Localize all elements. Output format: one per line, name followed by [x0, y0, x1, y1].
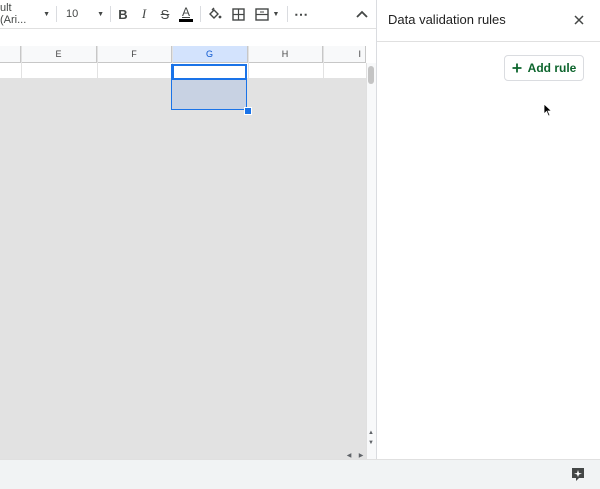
- chevron-down-icon: ▼: [43, 10, 50, 18]
- grid-row-line: [0, 413, 366, 414]
- fill-handle[interactable]: [244, 107, 252, 115]
- grid-row-line: [0, 318, 366, 319]
- toolbar-divider: [56, 6, 57, 22]
- grid-row-line: [0, 302, 366, 303]
- grid-row-line: [0, 254, 366, 255]
- italic-button[interactable]: I: [136, 3, 152, 25]
- grid-row-line: [0, 127, 366, 128]
- grid-row-line: [0, 238, 366, 239]
- grid-row-line: [0, 381, 366, 382]
- spreadsheet-grid[interactable]: [0, 63, 366, 459]
- column-header-label: G: [205, 49, 213, 59]
- grid-row-line: [0, 397, 366, 398]
- scrollbar-thumb[interactable]: [368, 66, 374, 84]
- bold-button[interactable]: B: [115, 3, 131, 25]
- column-header-label: F: [131, 49, 137, 59]
- close-panel-button[interactable]: [570, 11, 588, 29]
- text-color-icon: A: [181, 5, 190, 19]
- fill-color-button[interactable]: [206, 3, 224, 25]
- grid-row-line: [0, 206, 366, 207]
- borders-icon: [231, 7, 245, 21]
- column-header-label: E: [55, 49, 62, 59]
- font-size-value: 10: [66, 8, 79, 20]
- column-header-label: H: [281, 49, 289, 59]
- more-horiz-icon: ⋯: [294, 5, 308, 22]
- scroll-up-arrow-icon[interactable]: ▲: [366, 428, 376, 437]
- formatting-toolbar: ult (Ari... ▼ 10 ▼ B I S A ▼ ⋯: [0, 0, 376, 29]
- grid-row-line: [0, 349, 366, 350]
- grid-row-line: [0, 445, 366, 446]
- plus-icon: [512, 63, 522, 73]
- chevron-up-icon: [356, 10, 368, 18]
- grid-row-line: [0, 190, 366, 191]
- strikethrough-button[interactable]: S: [157, 3, 173, 25]
- panel-title: Data validation rules: [388, 12, 506, 27]
- mouse-pointer-icon: [543, 103, 553, 117]
- grid-row-line: [0, 333, 366, 334]
- column-header-h[interactable]: H: [248, 46, 323, 63]
- close-icon: [574, 15, 584, 25]
- more-options-button[interactable]: ⋯: [292, 3, 310, 25]
- font-family-dropdown[interactable]: ult (Ari... ▼: [0, 2, 50, 26]
- text-color-button[interactable]: A: [178, 3, 194, 25]
- grid-row-line: [0, 365, 366, 366]
- bold-icon: B: [118, 6, 128, 22]
- active-cell[interactable]: [172, 64, 247, 80]
- column-header-i[interactable]: I: [323, 46, 366, 63]
- collapse-toolbar-button[interactable]: [353, 3, 371, 25]
- paint-bucket-icon: [209, 7, 222, 19]
- column-header-g[interactable]: G: [172, 46, 248, 63]
- borders-button[interactable]: [229, 3, 247, 25]
- toolbar-divider: [110, 6, 111, 22]
- toolbar-divider: [200, 6, 201, 22]
- column-header-e[interactable]: E: [21, 46, 97, 63]
- scroll-left-arrow-icon[interactable]: ◀: [344, 451, 354, 459]
- bottom-bar: [0, 459, 600, 489]
- merge-cells-button[interactable]: ▼: [252, 3, 282, 25]
- font-size-dropdown[interactable]: 10 ▼: [62, 3, 106, 25]
- grid-row-line: [0, 111, 366, 112]
- text-color-swatch: [179, 19, 193, 22]
- grid-row-line: [0, 174, 366, 175]
- merge-cells-icon: [254, 7, 269, 21]
- grid-row-line: [0, 222, 366, 223]
- scroll-down-arrow-icon[interactable]: ▼: [366, 438, 376, 447]
- panel-divider: [377, 41, 600, 42]
- grid-row-line: [0, 159, 366, 160]
- font-family-value: ult (Ari...: [0, 2, 27, 26]
- toolbar-divider: [287, 6, 288, 22]
- column-header-label: I: [358, 49, 361, 59]
- italic-icon: I: [141, 6, 147, 21]
- add-rule-button[interactable]: Add rule: [504, 55, 584, 81]
- grid-row-line: [0, 143, 366, 144]
- column-header-f[interactable]: F: [97, 46, 172, 63]
- explore-icon[interactable]: [570, 466, 586, 482]
- add-rule-label: Add rule: [527, 61, 577, 75]
- formula-bar-area: [0, 29, 376, 46]
- chevron-down-icon: ▼: [97, 10, 104, 18]
- grid-row-line: [0, 286, 366, 287]
- column-header-partial[interactable]: [0, 46, 21, 63]
- grid-row-line: [0, 429, 366, 430]
- scroll-right-arrow-icon[interactable]: ▶: [356, 451, 366, 459]
- grid-row-line: [0, 270, 366, 271]
- chevron-down-icon: ▼: [272, 10, 280, 18]
- strikethrough-icon: S: [160, 6, 170, 22]
